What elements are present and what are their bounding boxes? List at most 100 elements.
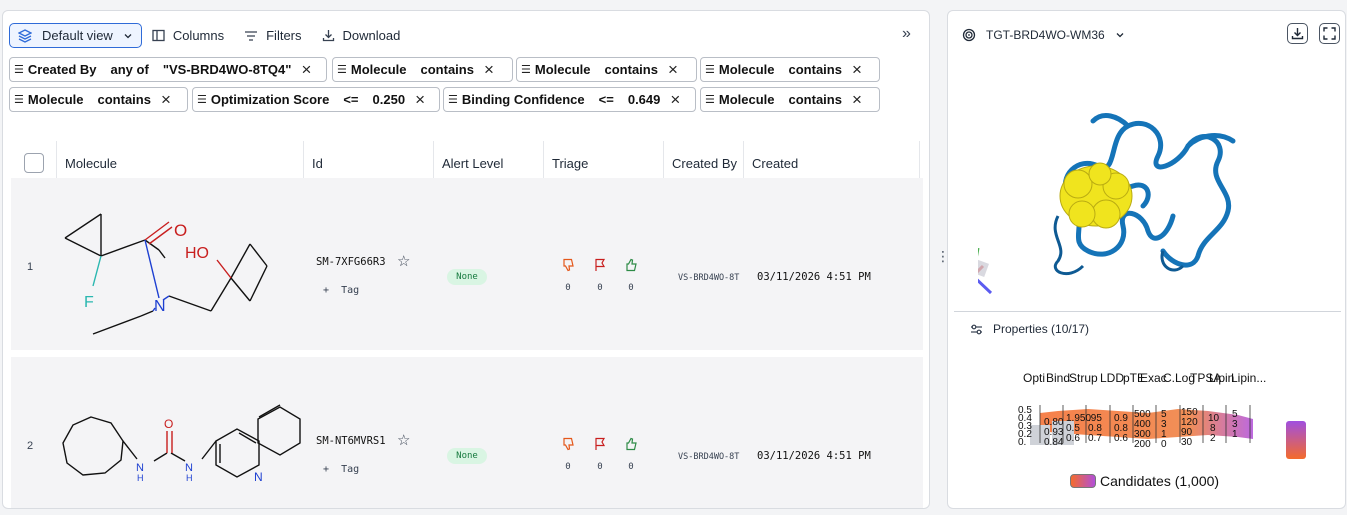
col-label: Molecule bbox=[65, 155, 118, 171]
filter-icon: ☰ bbox=[197, 94, 207, 106]
fullscreen-button[interactable] bbox=[1319, 23, 1340, 44]
downvote-count: 0 bbox=[565, 462, 571, 472]
protein-structure-viewer[interactable] bbox=[978, 96, 1298, 296]
tag-label: Tag bbox=[341, 464, 360, 475]
panel-resize-handle[interactable]: ⋮⋮ bbox=[936, 249, 961, 263]
add-tag-button[interactable]: + Tag bbox=[323, 464, 359, 475]
col-label: Triage bbox=[552, 155, 589, 171]
star-icon[interactable]: ☆ bbox=[397, 431, 410, 449]
thumbs-down-icon[interactable] bbox=[561, 258, 575, 272]
filter-icon: ☰ bbox=[14, 94, 24, 106]
columns-icon bbox=[152, 29, 165, 42]
filter-op: contains bbox=[420, 62, 474, 77]
svg-text:0.84: 0.84 bbox=[1044, 437, 1064, 448]
thumbs-down-icon[interactable] bbox=[561, 437, 575, 451]
created-value: 03/11/2026 4:51 PM bbox=[757, 450, 871, 462]
table-row[interactable]: 1 O HO N F SM-7XFG66R3 ☆ + Tag None 0 0 … bbox=[11, 178, 923, 350]
view-selector[interactable]: Default view bbox=[9, 23, 142, 48]
panel-divider bbox=[954, 311, 1341, 312]
filter-chip[interactable]: ☰ Binding Confidence <= 0.649 × bbox=[443, 87, 696, 112]
filter-op: any of bbox=[110, 62, 149, 77]
svg-text:0: 0 bbox=[1161, 439, 1167, 450]
filter-field: Molecule bbox=[350, 62, 407, 77]
target-selector[interactable]: TGT-BRD4WO-WM36 bbox=[962, 28, 1125, 42]
filter-field: Molecule bbox=[534, 62, 591, 77]
view-label: Default view bbox=[42, 28, 113, 43]
remove-filter-icon[interactable]: × bbox=[415, 91, 425, 108]
columns-label: Columns bbox=[172, 28, 225, 43]
created-by-value: VS-BRD4WO-8T bbox=[678, 452, 740, 462]
filter-field: Binding Confidence bbox=[461, 92, 585, 107]
columns-button[interactable]: Columns bbox=[142, 23, 234, 48]
filter-chip[interactable]: ☰ Molecule contains × bbox=[700, 57, 880, 82]
filter-chip[interactable]: ☰ Created By any of "VS-BRD4WO-8TQ4" × bbox=[9, 57, 327, 82]
axis-label: Strup bbox=[1069, 371, 1098, 385]
flag-icon[interactable] bbox=[593, 258, 607, 272]
remove-filter-icon[interactable]: × bbox=[852, 91, 862, 108]
target-name: TGT-BRD4WO-WM36 bbox=[986, 28, 1105, 42]
svg-text:0.6: 0.6 bbox=[1066, 433, 1080, 444]
filter-field: Molecule bbox=[718, 92, 775, 107]
molecule-id[interactable]: SM-7XFG66R3 bbox=[316, 256, 386, 268]
chevron-down-icon bbox=[1116, 33, 1124, 38]
thumbs-up-icon[interactable] bbox=[624, 258, 638, 272]
filter-op: contains bbox=[604, 62, 658, 77]
svg-text:O: O bbox=[174, 221, 187, 240]
tag-label: Tag bbox=[341, 285, 360, 296]
molecule-id[interactable]: SM-NT6MVRS1 bbox=[316, 435, 386, 447]
properties-toggle[interactable]: Properties (10/17) bbox=[970, 322, 1089, 336]
svg-text:0.6: 0.6 bbox=[1114, 433, 1128, 444]
filter-value: "VS-BRD4WO-8TQ4" bbox=[162, 62, 292, 77]
star-icon[interactable]: ☆ bbox=[397, 252, 410, 270]
row-number: 2 bbox=[27, 440, 34, 452]
table-row[interactable]: 2 O N H N H N SM-NT6MVRS1 ☆ + Tag None 0… bbox=[11, 357, 923, 508]
filter-op: contains bbox=[788, 62, 842, 77]
table-panel: Default view Columns Filters Download » … bbox=[2, 10, 930, 509]
svg-text:2: 2 bbox=[1210, 433, 1216, 444]
filter-value: 0.649 bbox=[627, 92, 661, 107]
remove-filter-icon[interactable]: × bbox=[484, 61, 494, 78]
filter-op: <= bbox=[343, 92, 359, 107]
row-number: 1 bbox=[27, 261, 34, 273]
remove-filter-icon[interactable]: × bbox=[670, 91, 680, 108]
filter-chip[interactable]: ☰ Optimization Score <= 0.250 × bbox=[192, 87, 440, 112]
remove-filter-icon[interactable]: × bbox=[301, 61, 311, 78]
filter-chip[interactable]: ☰ Molecule contains × bbox=[9, 87, 188, 112]
created-value: 03/11/2026 4:51 PM bbox=[757, 271, 871, 283]
axis-label: LDD bbox=[1100, 371, 1125, 385]
remove-filter-icon[interactable]: × bbox=[161, 91, 171, 108]
filter-chip[interactable]: ☰ Molecule contains × bbox=[700, 87, 880, 112]
filters-button[interactable]: Filters bbox=[234, 23, 311, 48]
remove-filter-icon[interactable]: × bbox=[852, 61, 862, 78]
add-tag-button[interactable]: + Tag bbox=[323, 285, 359, 296]
thumbs-up-icon[interactable] bbox=[624, 437, 638, 451]
parallel-coordinates-plot[interactable]: 0.50.40.30.20. 0.800.930.84 1.9500.50.6 … bbox=[1018, 401, 1268, 451]
filter-value: 0.250 bbox=[372, 92, 406, 107]
col-label: Created bbox=[752, 155, 799, 171]
filter-icon: ☰ bbox=[448, 94, 458, 106]
download-button[interactable]: Download bbox=[312, 23, 411, 48]
col-label: Alert Level bbox=[442, 155, 504, 171]
sliders-icon bbox=[971, 324, 982, 334]
plot-legend: Candidates (1,000) bbox=[1070, 473, 1219, 489]
layers-icon bbox=[18, 28, 32, 43]
flag-count: 0 bbox=[597, 462, 603, 472]
filter-field: Molecule bbox=[27, 92, 84, 107]
filter-chip[interactable]: ☰ Molecule contains × bbox=[516, 57, 697, 82]
svg-text:0.: 0. bbox=[1018, 437, 1026, 448]
filter-icon: ☰ bbox=[705, 64, 715, 76]
filter-chip[interactable]: ☰ Molecule contains × bbox=[332, 57, 513, 82]
svg-text:200: 200 bbox=[1134, 439, 1151, 450]
download-structure-button[interactable] bbox=[1287, 23, 1308, 44]
svg-text:H: H bbox=[137, 473, 144, 483]
filters-label: Filters bbox=[266, 28, 302, 43]
properties-label: Properties (10/17) bbox=[993, 322, 1090, 336]
filter-icon: ☰ bbox=[337, 64, 347, 76]
flag-icon[interactable] bbox=[593, 437, 607, 451]
alert-badge: None bbox=[447, 448, 487, 464]
select-all-checkbox[interactable] bbox=[23, 153, 44, 173]
collapse-panel-icon[interactable]: » bbox=[902, 25, 911, 43]
filter-field: Molecule bbox=[718, 62, 775, 77]
filter-field: Optimization Score bbox=[210, 92, 330, 107]
remove-filter-icon[interactable]: × bbox=[668, 61, 678, 78]
